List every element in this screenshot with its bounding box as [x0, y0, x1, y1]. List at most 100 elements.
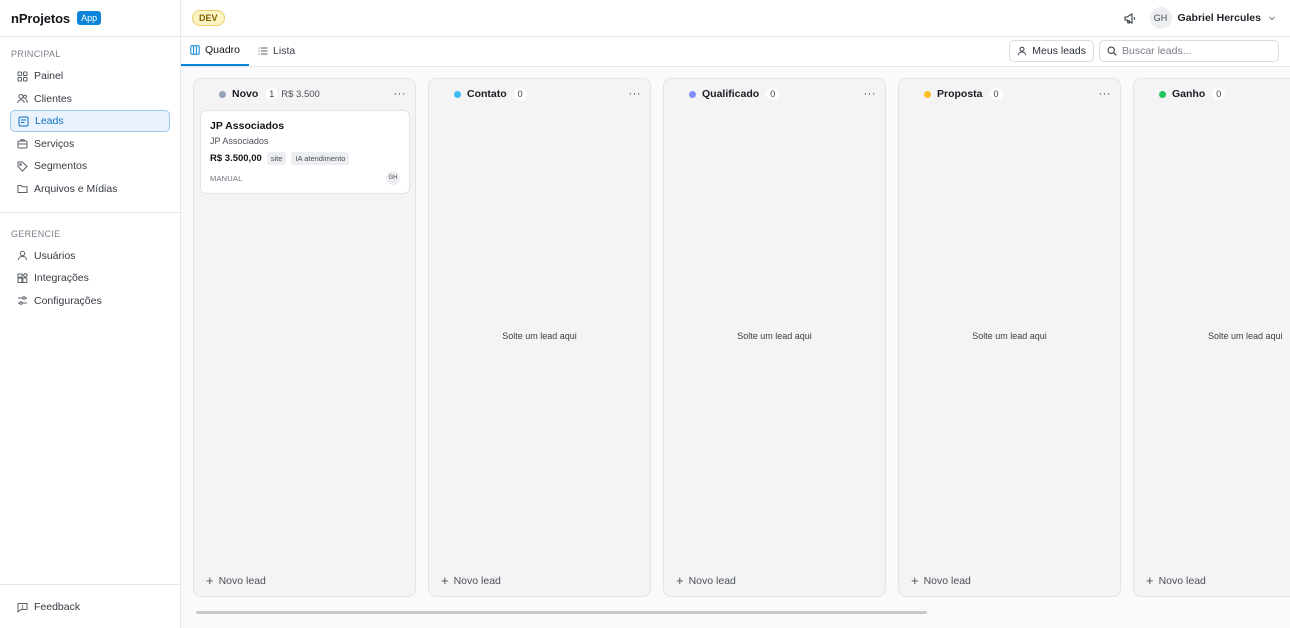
column-ganho: Ganho 0 Solte um lead aqui + Novo lead [1133, 78, 1290, 597]
lead-title: JP Associados [210, 120, 285, 132]
sidebar-item-label: Arquivos e Mídias [34, 182, 118, 195]
tag-icon [17, 161, 28, 172]
megaphone-icon[interactable] [1122, 10, 1138, 26]
env-badge: DEV [192, 10, 225, 26]
search-icon [1107, 46, 1117, 56]
column-header: Proposta 0 ··· [899, 79, 1120, 109]
columns-icon [190, 45, 200, 55]
folder-icon [17, 183, 28, 194]
search-input[interactable] [1122, 45, 1271, 57]
sidebar-footer: Feedback [0, 584, 180, 628]
tab-label: Lista [273, 45, 296, 57]
drop-zone-message: Solte um lead aqui [1208, 331, 1283, 341]
sidebar-item-label: Painel [34, 70, 64, 82]
plus-icon: + [206, 573, 214, 588]
drop-zone-message: Solte um lead aqui [502, 331, 577, 341]
lead-card[interactable]: JP Associados JP Associados R$ 3.500,00 … [200, 110, 410, 194]
column-title: Ganho [1172, 88, 1206, 100]
tab-quadro[interactable]: Quadro [181, 36, 250, 66]
column-header: Ganho 0 [1134, 79, 1290, 109]
more-icon[interactable]: ··· [394, 89, 407, 100]
column-qualificado: Qualificado 0 ··· Solte um lead aqui + N… [663, 78, 886, 597]
horizontal-scrollbar[interactable] [196, 611, 927, 614]
brand-name: nProjetos [11, 10, 71, 26]
section-title-principal: PRINCIPAL [11, 49, 61, 59]
status-dot [454, 90, 461, 98]
briefcase-icon [17, 138, 28, 149]
column-novo: Novo 1 R$ 3.500 ··· JP Associados JP Ass… [193, 78, 416, 597]
plus-icon: + [676, 573, 684, 588]
feedback-button[interactable]: Feedback [10, 596, 170, 618]
column-contato: Contato 0 ··· Solte um lead aqui + Novo … [428, 78, 651, 597]
sidebar-item-label: Segmentos [34, 160, 88, 172]
new-lead-label: Novo lead [923, 575, 971, 587]
lead-tag: site [266, 152, 287, 165]
status-dot [219, 90, 226, 98]
chevron-down-icon[interactable] [1268, 14, 1276, 22]
column-total: R$ 3.500 [281, 88, 320, 100]
sidebar-item-clientes[interactable]: Clientes [10, 88, 170, 110]
plus-icon: + [1146, 573, 1154, 588]
view-actions: Meus leads [1009, 36, 1279, 66]
message-icon [17, 602, 28, 613]
settings-icon [17, 295, 28, 306]
column-count: 0 [766, 88, 780, 100]
lead-source: MANUAL [210, 173, 243, 183]
sidebar-item-usuarios[interactable]: Usuários [10, 245, 170, 267]
sidebar-item-arquivos[interactable]: Arquivos e Mídias [10, 178, 170, 200]
sidebar-item-label: Configurações [34, 294, 102, 307]
user-icon [1017, 46, 1027, 56]
sidebar: nProjetos App PRINCIPAL Painel Clientes … [0, 0, 181, 628]
sidebar-item-painel[interactable]: Painel [10, 65, 170, 87]
list-icon [258, 46, 268, 56]
lead-owner-avatar: GH [386, 171, 400, 185]
tab-label: Quadro [205, 44, 241, 56]
new-lead-label: Novo lead [688, 575, 736, 587]
plus-icon: + [911, 573, 919, 588]
sidebar-item-segmentos[interactable]: Segmentos [10, 155, 170, 177]
new-lead-button[interactable]: + Novo lead [676, 573, 736, 588]
sidebar-item-label: Serviços [34, 137, 75, 150]
more-icon[interactable]: ··· [629, 89, 642, 100]
drop-zone-message: Solte um lead aqui [737, 331, 812, 341]
more-icon[interactable]: ··· [1099, 89, 1112, 100]
column-proposta: Proposta 0 ··· Solte um lead aqui + Novo… [898, 78, 1121, 597]
grid-icon [17, 71, 28, 82]
sidebar-item-leads[interactable]: Leads [10, 110, 170, 132]
leads-icon [18, 116, 29, 127]
column-count: 0 [989, 88, 1003, 100]
new-lead-label: Novo lead [218, 575, 266, 587]
avatar[interactable]: GH [1149, 7, 1172, 29]
plus-icon: + [441, 573, 449, 588]
column-header: Qualificado 0 ··· [664, 79, 885, 109]
sidebar-item-label: Usuários [34, 249, 76, 262]
sidebar-item-servicos[interactable]: Serviços [10, 133, 170, 155]
brand-badge: App [77, 11, 102, 25]
sidebar-item-label: Leads [35, 115, 64, 127]
topbar-actions: GH Gabriel Hercules [1122, 7, 1276, 29]
brand[interactable]: nProjetos App [0, 0, 180, 37]
new-lead-button[interactable]: + Novo lead [441, 573, 501, 588]
feedback-label: Feedback [34, 601, 81, 613]
column-title: Contato [467, 88, 507, 100]
sidebar-item-configuracoes[interactable]: Configurações [10, 290, 170, 312]
new-lead-button[interactable]: + Novo lead [1146, 573, 1206, 588]
lead-value: R$ 3.500,00 [210, 153, 262, 164]
my-leads-button[interactable]: Meus leads [1009, 40, 1094, 62]
column-title: Proposta [937, 88, 983, 100]
kanban-board: Novo 1 R$ 3.500 ··· JP Associados JP Ass… [181, 67, 1290, 628]
new-lead-button[interactable]: + Novo lead [911, 573, 971, 588]
more-icon[interactable]: ··· [864, 89, 877, 100]
view-toolbar: Quadro Lista Meus leads [181, 37, 1290, 67]
tab-lista[interactable]: Lista [249, 36, 304, 66]
user-icon [17, 250, 28, 261]
column-header: Novo 1 R$ 3.500 ··· [194, 79, 415, 109]
user-name[interactable]: Gabriel Hercules [1178, 12, 1261, 24]
search-box[interactable] [1099, 40, 1279, 62]
status-dot [1159, 90, 1166, 98]
sidebar-item-integracoes[interactable]: Integrações [10, 267, 170, 289]
column-count: 1 [265, 88, 279, 100]
new-lead-button[interactable]: + Novo lead [206, 573, 266, 588]
drop-zone-message: Solte um lead aqui [972, 331, 1047, 341]
my-leads-label: Meus leads [1032, 45, 1086, 57]
